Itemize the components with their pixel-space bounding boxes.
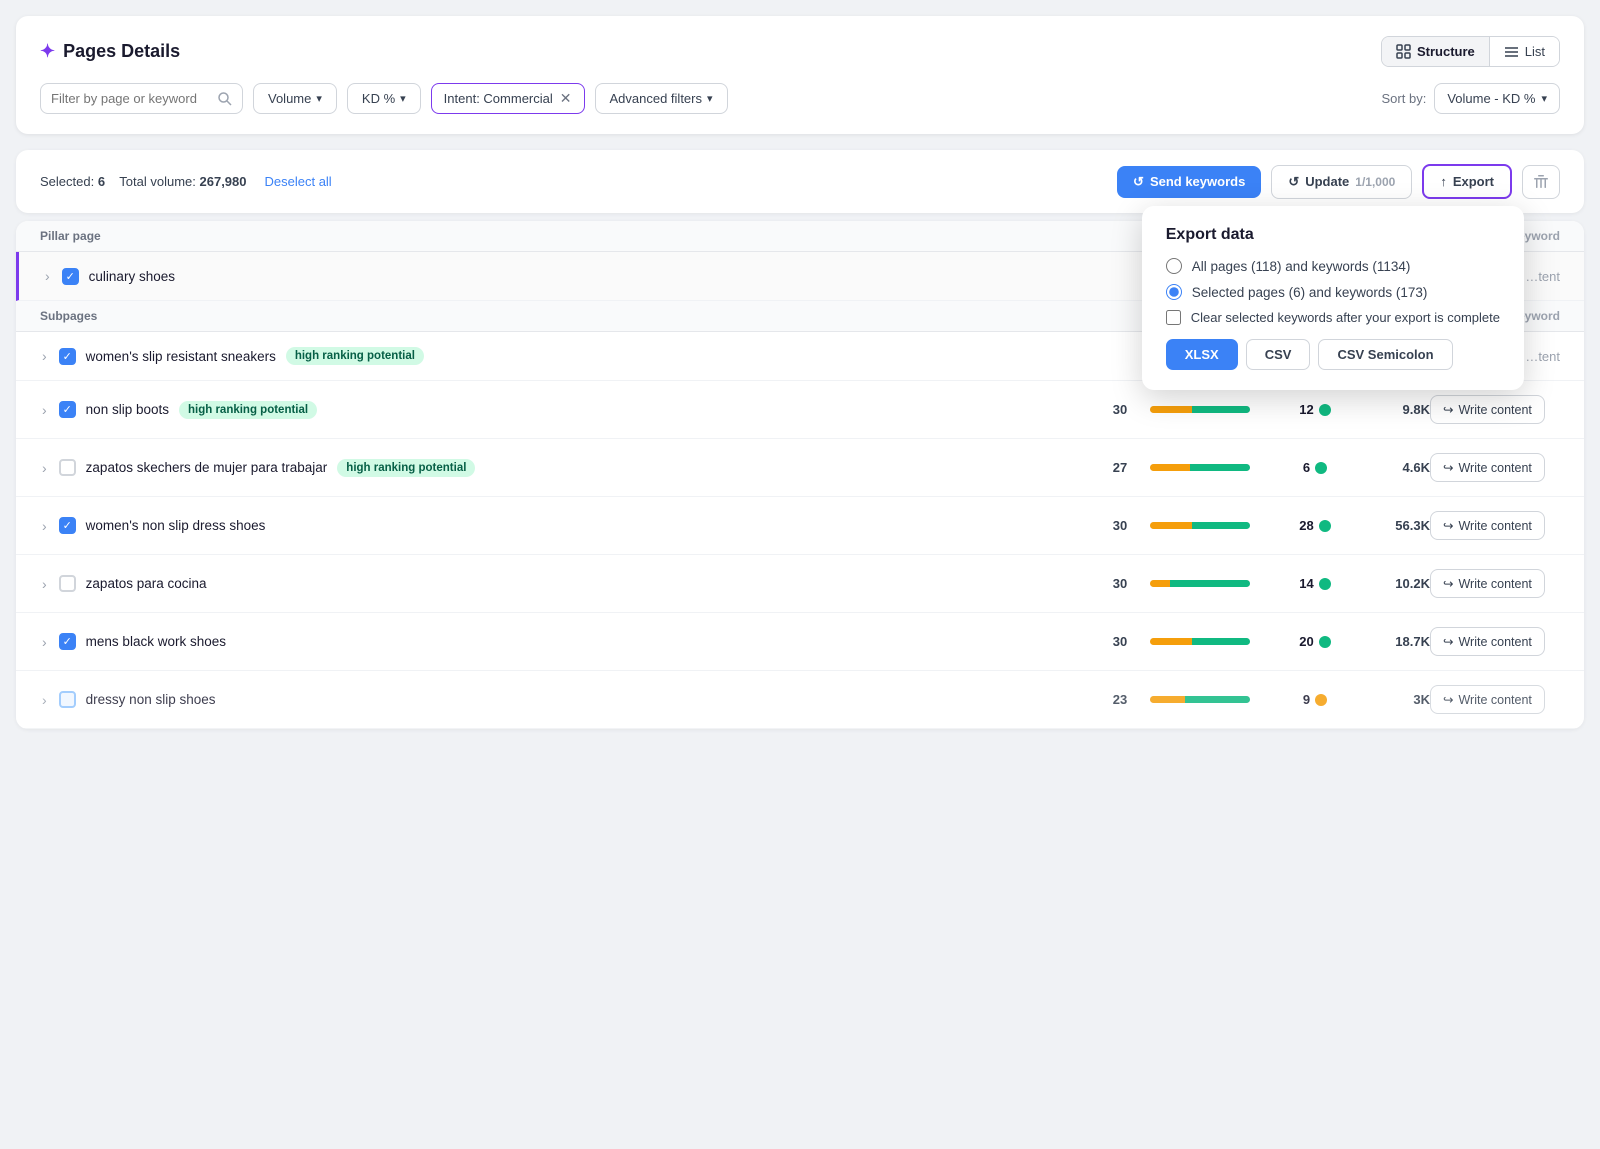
list-icon	[1504, 44, 1519, 59]
chevron-down-icon: ▾	[1541, 92, 1547, 105]
structure-view-button[interactable]: Structure	[1382, 37, 1490, 66]
update-icon: ↺	[1288, 174, 1299, 190]
expand-button[interactable]: ›	[40, 400, 49, 420]
export-format-buttons: XLSX CSV CSV Semicolon	[1166, 339, 1500, 370]
write-icon: ↪	[1443, 460, 1453, 475]
sort-select[interactable]: Volume - KD % ▾	[1434, 83, 1560, 114]
table-row: › mens black work shoes 30 20 18.7K ↪ Wr…	[16, 613, 1584, 671]
selected-pages-radio[interactable]	[1166, 284, 1182, 300]
export-dropdown: Export data All pages (118) and keywords…	[1142, 206, 1524, 390]
write-icon: ↪	[1443, 692, 1453, 707]
row-checkbox[interactable]	[59, 691, 76, 708]
page-name: zapatos para cocina	[86, 576, 207, 591]
send-keywords-button[interactable]: ↺ Send keywords	[1117, 166, 1261, 198]
action-bar: Selected: 6 Total volume: 267,980 Desele…	[16, 150, 1584, 213]
xlsx-button[interactable]: XLSX	[1166, 339, 1238, 370]
expand-button[interactable]: ›	[40, 516, 49, 536]
chevron-down-icon: ▾	[316, 92, 322, 105]
search-icon	[217, 91, 232, 106]
send-icon: ↺	[1133, 174, 1144, 190]
row-checkbox[interactable]	[59, 575, 76, 592]
write-content-button[interactable]: ↪ Write content	[1430, 627, 1545, 656]
high-ranking-tag: high ranking potential	[179, 401, 317, 419]
search-input[interactable]	[51, 91, 211, 106]
high-ranking-tag: high ranking potential	[337, 459, 475, 477]
expand-button[interactable]: ›	[40, 690, 49, 710]
row-checkbox[interactable]	[59, 348, 76, 365]
trash-icon	[1533, 174, 1549, 190]
high-ranking-tag: high ranking potential	[286, 347, 424, 365]
csv-button[interactable]: CSV	[1246, 339, 1311, 370]
all-pages-option[interactable]: All pages (118) and keywords (1134)	[1166, 258, 1500, 274]
page-name: women's slip resistant sneakers	[86, 349, 276, 364]
write-content-button[interactable]: ↪ Write content	[1430, 569, 1545, 598]
export-icon: ↑	[1440, 174, 1447, 189]
selected-pages-option[interactable]: Selected pages (6) and keywords (173)	[1166, 284, 1500, 300]
page-name: women's non slip dress shoes	[86, 518, 266, 533]
page-name: non slip boots	[86, 402, 169, 417]
expand-button[interactable]: ›	[40, 458, 49, 478]
all-pages-radio[interactable]	[1166, 258, 1182, 274]
update-button[interactable]: ↺ Update 1/1,000	[1271, 165, 1412, 199]
chevron-down-icon: ▾	[400, 92, 406, 105]
export-button[interactable]: ↑ Export	[1422, 164, 1512, 199]
table-row: › women's non slip dress shoes 30 28 56.…	[16, 497, 1584, 555]
write-icon: ↪	[1443, 518, 1453, 533]
write-icon: ↪	[1443, 402, 1453, 417]
page-title: ✦ Pages Details	[40, 41, 180, 62]
chevron-down-icon: ▾	[707, 92, 713, 105]
remove-filter-icon[interactable]: ✕	[560, 90, 572, 107]
write-content-button[interactable]: ↪ Write content	[1430, 685, 1545, 714]
write-content-button[interactable]: ↪ Write content	[1430, 511, 1545, 540]
write-icon: ↪	[1443, 634, 1453, 649]
advanced-filters-button[interactable]: Advanced filters ▾	[595, 83, 728, 114]
selected-info: Selected: 6 Total volume: 267,980	[40, 174, 247, 189]
intent-filter-chip[interactable]: Intent: Commercial ✕	[431, 83, 585, 114]
row-checkbox[interactable]	[59, 459, 76, 476]
expand-button[interactable]: ›	[40, 346, 49, 366]
delete-button[interactable]	[1522, 165, 1560, 199]
sort-section: Sort by: Volume - KD % ▾	[1382, 83, 1560, 114]
title-icon: ✦	[40, 41, 55, 62]
list-view-button[interactable]: List	[1490, 37, 1559, 66]
expand-button[interactable]: ›	[40, 574, 49, 594]
row-checkbox[interactable]	[59, 517, 76, 534]
page-name: mens black work shoes	[86, 634, 226, 649]
filter-row: Volume ▾ KD % ▾ Intent: Commercial ✕ Adv…	[40, 83, 1560, 114]
search-box[interactable]	[40, 83, 243, 114]
row-checkbox[interactable]	[62, 268, 79, 285]
deselect-all-link[interactable]: Deselect all	[265, 174, 332, 189]
row-checkbox[interactable]	[59, 401, 76, 418]
page-name: dressy non slip shoes	[86, 692, 216, 707]
row-checkbox[interactable]	[59, 633, 76, 650]
view-toggle: Structure List	[1381, 36, 1560, 67]
page-name: zapatos skechers de mujer para trabajar	[86, 460, 328, 475]
clear-after-export-checkbox[interactable]	[1166, 310, 1181, 325]
volume-filter-button[interactable]: Volume ▾	[253, 83, 337, 114]
clear-after-export-option[interactable]: Clear selected keywords after your expor…	[1166, 310, 1500, 325]
write-content-button[interactable]: ↪ Write content	[1430, 453, 1545, 482]
csv-semicolon-button[interactable]: CSV Semicolon	[1318, 339, 1452, 370]
update-count: 1/1,000	[1355, 175, 1395, 189]
write-icon: ↪	[1443, 576, 1453, 591]
table-row: › dressy non slip shoes 23 9 3K ↪ Write …	[16, 671, 1584, 729]
expand-button[interactable]: ›	[43, 266, 52, 286]
kd-filter-button[interactable]: KD % ▾	[347, 83, 421, 114]
structure-icon	[1396, 44, 1411, 59]
write-content-button[interactable]: ↪ Write content	[1430, 395, 1545, 424]
expand-button[interactable]: ›	[40, 632, 49, 652]
table-row: › zapatos para cocina 30 14 10.2K ↪ Writ…	[16, 555, 1584, 613]
table-row: › zapatos skechers de mujer para trabaja…	[16, 439, 1584, 497]
page-name: culinary shoes	[89, 269, 175, 284]
export-title: Export data	[1166, 226, 1500, 244]
